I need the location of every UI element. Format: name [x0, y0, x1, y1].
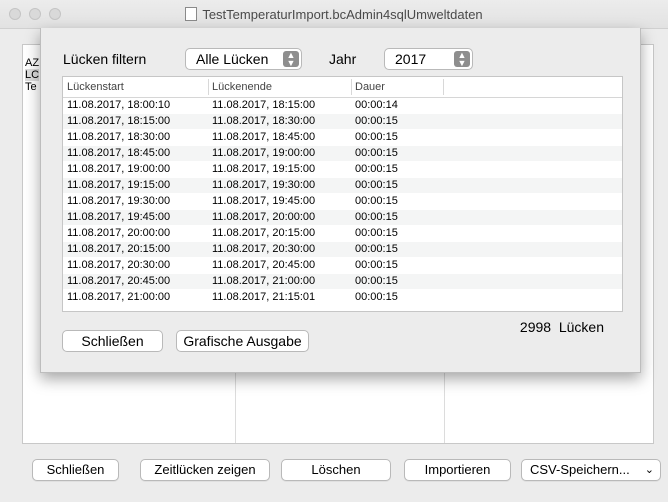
cell-gap-start: 11.08.2017, 19:15:00 [67, 179, 171, 191]
cell-gap-end: 11.08.2017, 20:45:00 [212, 259, 316, 271]
delete-button[interactable]: Löschen [281, 459, 391, 481]
header-divider [208, 79, 209, 95]
table-row[interactable]: 11.08.2017, 18:00:10 11.08.2017, 18:15:00… [63, 98, 622, 113]
window-title: TestTemperaturImport.bcAdmin4sqlUmweltda… [0, 7, 668, 22]
table-row[interactable]: 11.08.2017, 20:15:00 11.08.2017, 20:30:00… [63, 242, 622, 257]
close-button[interactable]: Schließen [32, 459, 119, 481]
cell-gap-start: 11.08.2017, 20:45:00 [67, 275, 171, 287]
cell-gap-end: 11.08.2017, 20:30:00 [212, 243, 316, 255]
year-label: Jahr [329, 51, 357, 67]
csv-save-popup[interactable]: CSV-Speichern... ⌄ [521, 459, 661, 481]
cell-gap-end: 11.08.2017, 19:30:00 [212, 179, 316, 191]
gaps-table[interactable]: Lückenstart Lückenende Dauer 11.08.2017,… [62, 76, 623, 312]
table-row[interactable]: 11.08.2017, 20:45:00 11.08.2017, 21:00:00… [63, 274, 622, 289]
cell-duration: 00:00:15 [355, 259, 398, 271]
year-popup-value: 2017 [395, 51, 427, 67]
table-row[interactable]: 11.08.2017, 19:30:00 11.08.2017, 19:45:00… [63, 194, 622, 209]
header-divider [351, 79, 352, 95]
cell-gap-end: 11.08.2017, 18:45:00 [212, 131, 316, 143]
cell-duration: 00:00:15 [355, 163, 398, 175]
csv-save-label: CSV-Speichern... [530, 462, 630, 477]
cell-gap-end: 11.08.2017, 19:00:00 [212, 147, 316, 159]
cell-gap-start: 11.08.2017, 18:15:00 [67, 115, 171, 127]
table-row[interactable]: 11.08.2017, 21:00:00 11.08.2017, 21:15:01… [63, 290, 622, 305]
cell-gap-end: 11.08.2017, 18:15:00 [212, 99, 316, 111]
main-window: TestTemperaturImport.bcAdmin4sqlUmweltda… [0, 0, 668, 502]
header-divider [443, 79, 444, 95]
column-header-duration[interactable]: Dauer [355, 81, 385, 93]
import-button[interactable]: Importieren [404, 459, 511, 481]
table-row[interactable]: 11.08.2017, 19:45:00 11.08.2017, 20:00:00… [63, 210, 622, 225]
graphic-output-button[interactable]: Grafische Ausgabe [176, 330, 309, 352]
cell-gap-start: 11.08.2017, 18:30:00 [67, 131, 171, 143]
cell-duration: 00:00:15 [355, 227, 398, 239]
updown-arrows-icon: ▲ ▼ [454, 51, 470, 68]
table-row[interactable]: 11.08.2017, 20:30:00 11.08.2017, 20:45:00… [63, 258, 622, 273]
cell-gap-start: 11.08.2017, 21:00:00 [67, 291, 171, 303]
filter-popup-value: Alle Lücken [196, 51, 269, 67]
table-row[interactable]: 11.08.2017, 20:00:00 11.08.2017, 20:15:00… [63, 226, 622, 241]
gap-count-value: 2998 [519, 319, 552, 335]
document-icon [185, 7, 198, 21]
cell-duration: 00:00:14 [355, 99, 398, 111]
cell-duration: 00:00:15 [355, 147, 398, 159]
cell-gap-start: 11.08.2017, 19:30:00 [67, 195, 171, 207]
cell-gap-end: 11.08.2017, 21:15:01 [212, 291, 316, 303]
cell-gap-start: 11.08.2017, 18:00:10 [67, 99, 171, 111]
cell-duration: 00:00:15 [355, 115, 398, 127]
filter-popup[interactable]: Alle Lücken ▲ ▼ [185, 48, 302, 70]
show-gaps-button[interactable]: Zeitlücken zeigen [140, 459, 270, 481]
chevron-down-icon: ⌄ [644, 464, 654, 476]
table-header: Lückenstart Lückenende Dauer [63, 77, 622, 98]
cell-duration: 00:00:15 [355, 275, 398, 287]
cell-duration: 00:00:15 [355, 243, 398, 255]
column-header-end[interactable]: Lückenende [212, 81, 272, 93]
sheet-close-button[interactable]: Schließen [62, 330, 163, 352]
cell-gap-end: 11.08.2017, 21:00:00 [212, 275, 316, 287]
cell-gap-start: 11.08.2017, 18:45:00 [67, 147, 171, 159]
cell-duration: 00:00:15 [355, 179, 398, 191]
year-popup[interactable]: 2017 ▲ ▼ [384, 48, 473, 70]
background-list-item[interactable]: AZ [25, 57, 39, 69]
background-list: AZ LC Te [25, 57, 40, 93]
gaps-sheet: Lücken filtern Alle Lücken ▲ ▼ Jahr 2017 … [40, 28, 641, 373]
cell-gap-start: 11.08.2017, 20:00:00 [67, 227, 171, 239]
cell-gap-start: 11.08.2017, 19:00:00 [67, 163, 171, 175]
gap-count-label: Lücken [558, 319, 604, 335]
table-row[interactable]: 11.08.2017, 18:30:00 11.08.2017, 18:45:00… [63, 130, 622, 145]
cell-gap-end: 11.08.2017, 19:15:00 [212, 163, 316, 175]
gap-count: 2998 Lücken [520, 319, 604, 335]
cell-gap-end: 11.08.2017, 19:45:00 [212, 195, 316, 207]
title-bar: TestTemperaturImport.bcAdmin4sqlUmweltda… [0, 0, 668, 29]
cell-gap-start: 11.08.2017, 20:30:00 [67, 259, 171, 271]
table-row[interactable]: 11.08.2017, 18:45:00 11.08.2017, 19:00:00… [63, 146, 622, 161]
cell-gap-end: 11.08.2017, 18:30:00 [212, 115, 316, 127]
cell-gap-start: 11.08.2017, 20:15:00 [67, 243, 171, 255]
window-title-text: TestTemperaturImport.bcAdmin4sqlUmweltda… [202, 7, 483, 22]
background-list-item[interactable]: Te [25, 81, 39, 93]
cell-duration: 00:00:15 [355, 291, 398, 303]
table-row[interactable]: 11.08.2017, 19:15:00 11.08.2017, 19:30:00… [63, 178, 622, 193]
table-row[interactable]: 11.08.2017, 19:00:00 11.08.2017, 19:15:00… [63, 162, 622, 177]
background-list-item-selected[interactable]: LC [25, 69, 40, 81]
updown-arrows-icon: ▲ ▼ [283, 51, 299, 68]
column-header-start[interactable]: Lückenstart [67, 81, 124, 93]
table-row[interactable]: 11.08.2017, 18:15:00 11.08.2017, 18:30:00… [63, 114, 622, 129]
cell-duration: 00:00:15 [355, 211, 398, 223]
cell-gap-end: 11.08.2017, 20:00:00 [212, 211, 316, 223]
cell-gap-start: 11.08.2017, 19:45:00 [67, 211, 171, 223]
filter-label: Lücken filtern [63, 51, 147, 67]
cell-gap-end: 11.08.2017, 20:15:00 [212, 227, 316, 239]
cell-duration: 00:00:15 [355, 195, 398, 207]
cell-duration: 00:00:15 [355, 131, 398, 143]
